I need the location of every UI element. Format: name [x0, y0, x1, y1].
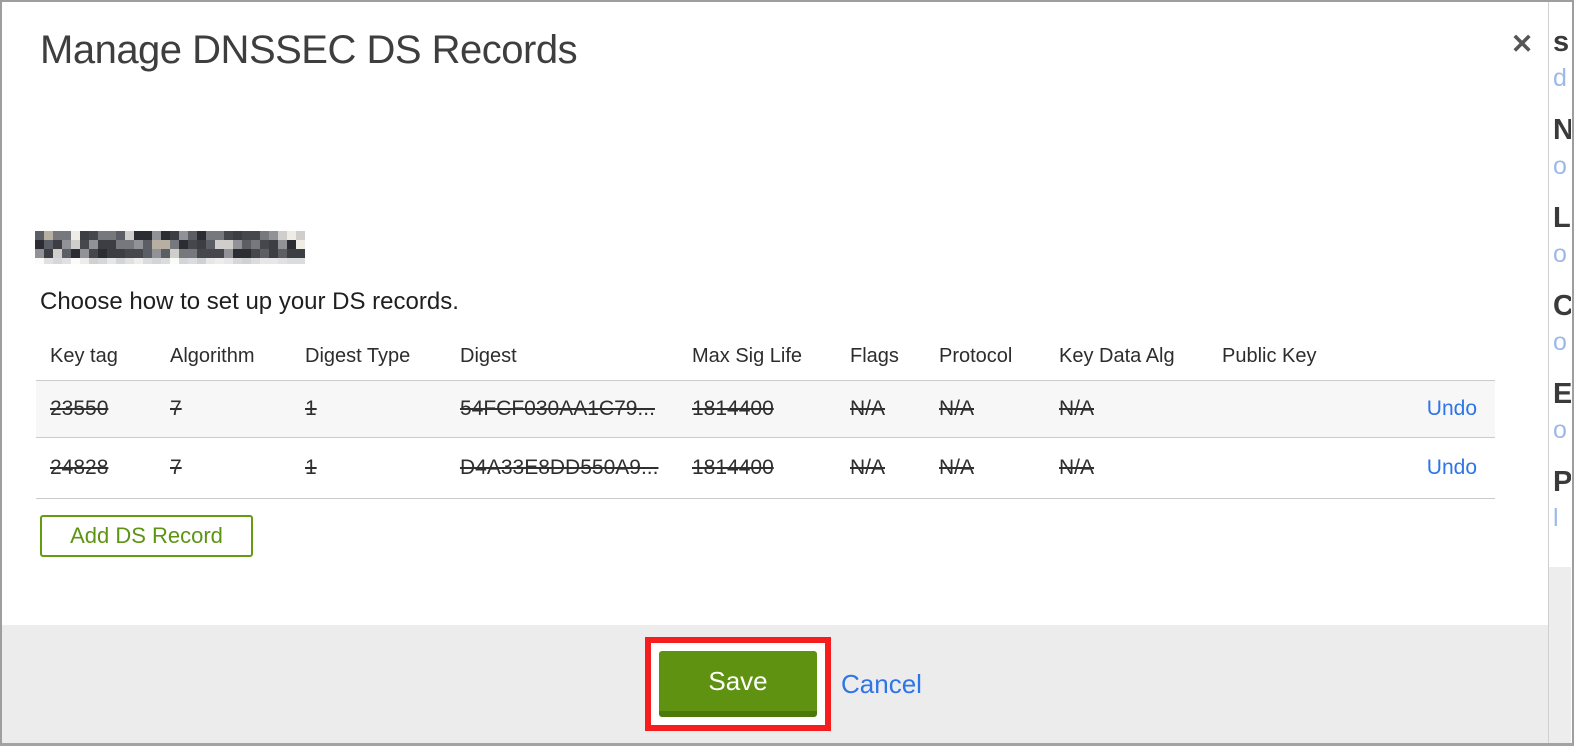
header-cell: Max Sig Life [692, 344, 803, 367]
cell-value: 23550 [50, 396, 109, 420]
header-cell: Digest Type [305, 344, 411, 367]
cell-value: 24828 [50, 455, 109, 479]
cell-value: N/A [850, 455, 886, 479]
annotation-highlight-box: Save [645, 637, 831, 731]
dnssec-modal-screen: Manage DNSSEC DS Records ✕ Choose how to… [0, 0, 1574, 746]
table-cell: 1 [291, 380, 446, 437]
cell-value: 1814400 [692, 396, 774, 420]
action-cell: Undo [1358, 437, 1495, 498]
cancel-link[interactable]: Cancel [841, 669, 922, 700]
table-cell: D4A33E8DD550A9... [446, 437, 678, 498]
background-text-fragment: s [1553, 26, 1570, 58]
table-cell: N/A [1045, 437, 1208, 498]
cell-value: 1814400 [692, 455, 774, 479]
header-cell: Algorithm [170, 344, 255, 367]
modal-footer: Save Cancel [2, 625, 1571, 743]
cell-value: N/A [1059, 396, 1095, 420]
header-cell: Public Key [1222, 344, 1317, 367]
cell-value: 1 [305, 455, 317, 479]
redacted-domain-name [35, 231, 305, 265]
table-cell [1208, 380, 1358, 437]
table-cell: 1814400 [678, 437, 836, 498]
cell-value: N/A [850, 396, 886, 420]
table-cell: 7 [156, 437, 291, 498]
table-cell: N/A [836, 380, 925, 437]
cell-value: 7 [170, 396, 182, 420]
background-link-fragment: d [1553, 64, 1567, 92]
background-text-fragment: N [1553, 114, 1571, 147]
cell-value: N/A [939, 396, 975, 420]
table-cell [1208, 437, 1358, 498]
table-cell: 54FCF030AA1C79... [446, 380, 678, 437]
cell-value: N/A [1059, 455, 1095, 479]
table-header-row: Key tag Algorithm Digest Type Digest Max Sig… [36, 333, 1495, 380]
background-page-footer [1549, 567, 1571, 743]
header-cell: Key Data Alg [1059, 344, 1175, 367]
header-cell: Flags [850, 344, 899, 367]
background-link-fragment: o [1553, 240, 1567, 268]
ds-records-table: Key tag Algorithm Digest Type Digest Max Sig… [36, 333, 1495, 499]
header-cell: Protocol [939, 344, 1013, 367]
table-cell: N/A [836, 437, 925, 498]
action-cell: Undo [1358, 380, 1495, 437]
background-link-fragment: o [1553, 328, 1567, 356]
background-text-fragment: E [1553, 378, 1571, 410]
instruction-text: Choose how to set up your DS records. [40, 288, 459, 315]
header-cell: Digest [460, 344, 517, 367]
background-text-fragment: C [1553, 290, 1571, 323]
table-cell: 7 [156, 380, 291, 437]
table-cell: N/A [925, 437, 1045, 498]
background-link-fragment: o [1553, 416, 1567, 444]
add-ds-record-button[interactable]: Add DS Record [40, 515, 253, 557]
background-text-fragment: L [1553, 202, 1571, 234]
cell-value: 7 [170, 455, 182, 479]
cell-value: N/A [939, 455, 975, 479]
background-page-strip: sdNoLoCoEoPl [1548, 2, 1571, 743]
cell-value: 54FCF030AA1C79... [460, 396, 655, 420]
table-cell: N/A [925, 380, 1045, 437]
table-row: 24828 7 1 D4A33E8DD550A9... 1814400 N/A N/A N/A… [36, 437, 1495, 498]
undo-link[interactable]: Undo [1427, 397, 1477, 420]
table-cell: 1 [291, 437, 446, 498]
table-cell: 24828 [36, 437, 156, 498]
background-link-fragment: l [1553, 504, 1559, 532]
page-title: Manage DNSSEC DS Records [40, 28, 578, 72]
pixelated-blur-image [35, 231, 305, 264]
table-cell: 1814400 [678, 380, 836, 437]
cell-value: 1 [305, 396, 317, 420]
undo-link[interactable]: Undo [1427, 456, 1477, 479]
background-link-fragment: o [1553, 152, 1567, 180]
header-cell [1358, 333, 1495, 380]
cell-value: D4A33E8DD550A9... [460, 455, 659, 479]
table-cell: 23550 [36, 380, 156, 437]
table-row: 23550 7 1 54FCF030AA1C79... 1814400 N/A N/A N/A… [36, 380, 1495, 437]
header-cell: Key tag [50, 344, 118, 367]
table-cell: N/A [1045, 380, 1208, 437]
background-text-fragment: P [1553, 466, 1571, 498]
close-icon[interactable]: ✕ [1502, 24, 1542, 64]
save-button[interactable]: Save [659, 651, 817, 717]
